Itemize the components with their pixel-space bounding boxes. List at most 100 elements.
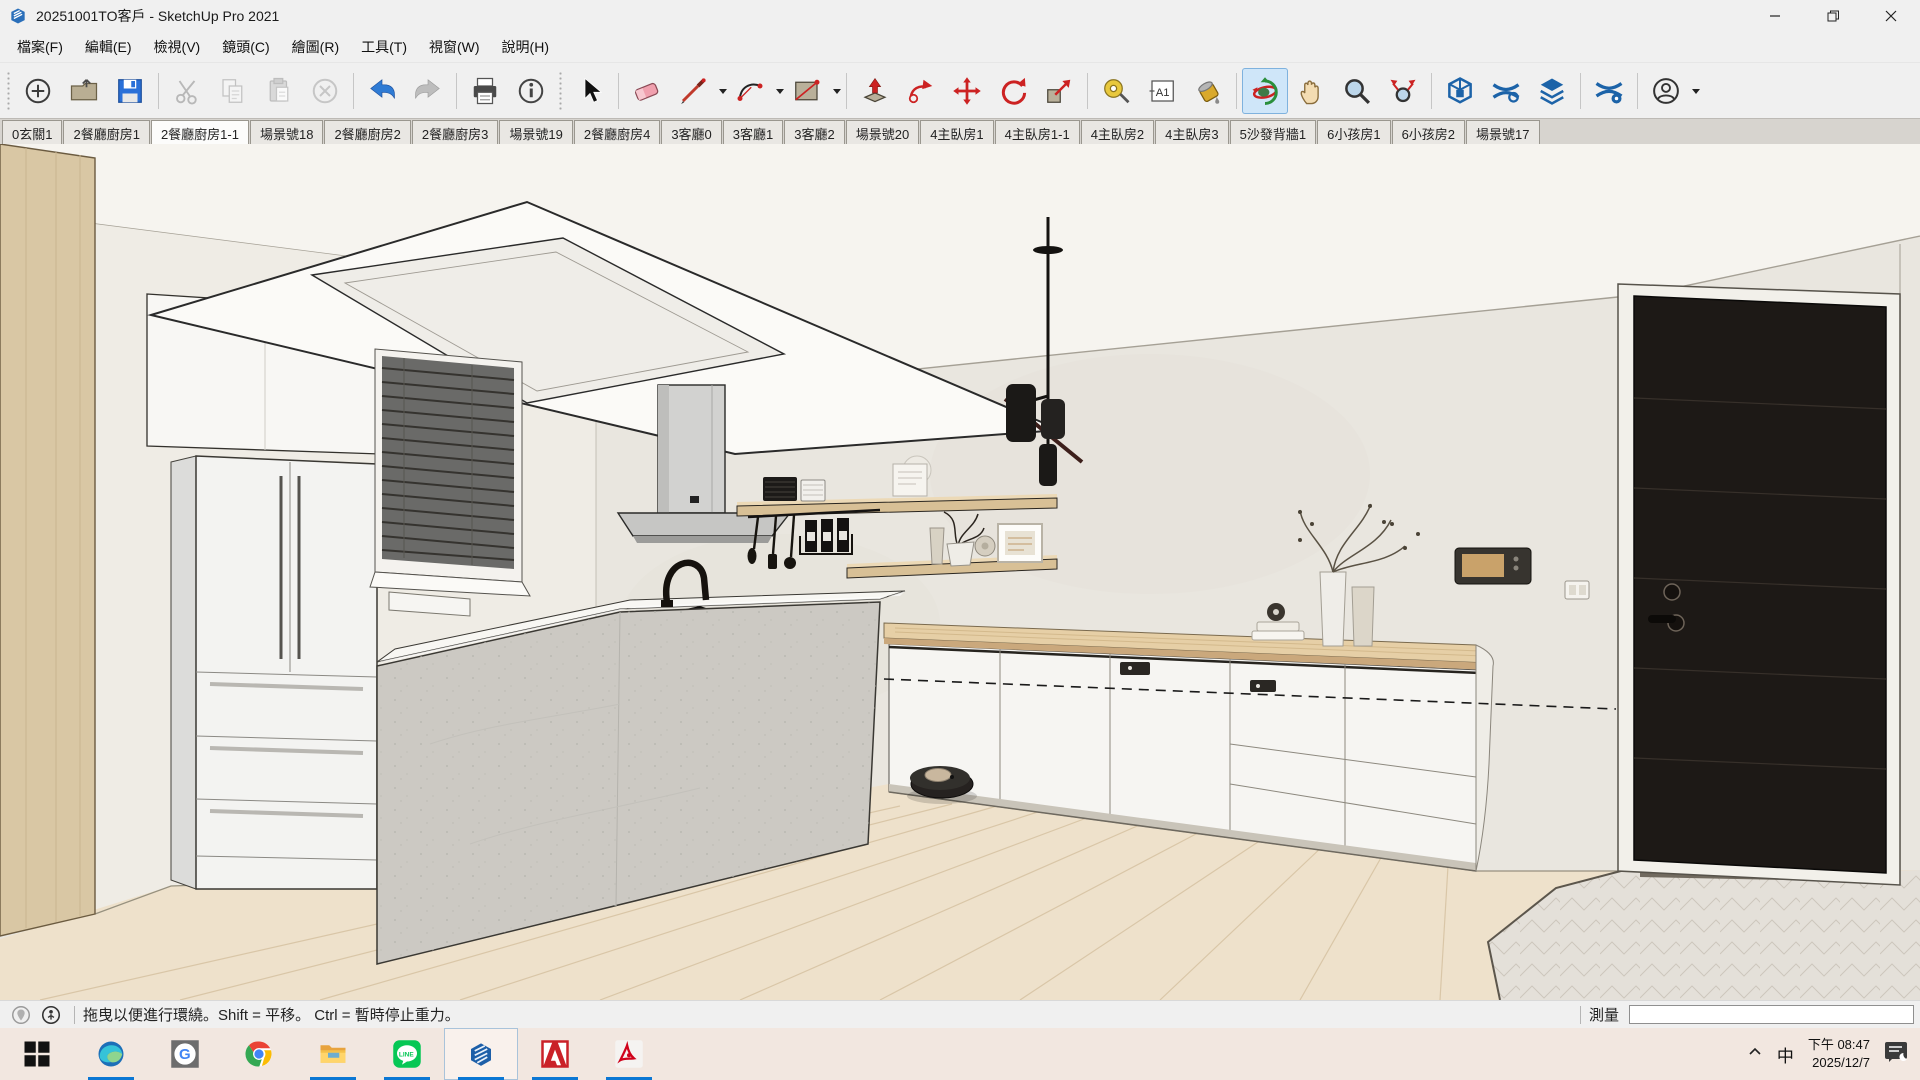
menu-view[interactable]: 檢視(V) bbox=[143, 33, 212, 61]
sketchup-app-icon[interactable] bbox=[8, 6, 28, 26]
arc-icon bbox=[735, 76, 765, 106]
select-tool[interactable] bbox=[567, 68, 613, 114]
open-button[interactable] bbox=[61, 68, 107, 114]
cut-button[interactable] bbox=[164, 68, 210, 114]
scene-tab[interactable]: 2餐廳廚房3 bbox=[412, 120, 498, 144]
taskbar-google[interactable]: G bbox=[148, 1028, 222, 1080]
close-button[interactable] bbox=[1862, 0, 1920, 32]
share-component-button[interactable] bbox=[1529, 68, 1575, 114]
scene-tab[interactable]: 6小孩房1 bbox=[1317, 120, 1390, 144]
taskbar-explorer[interactable] bbox=[296, 1028, 370, 1080]
erase-button[interactable] bbox=[302, 68, 348, 114]
text-icon: A1 bbox=[1147, 76, 1177, 106]
copy-button[interactable] bbox=[210, 68, 256, 114]
taskbar-adobe[interactable] bbox=[518, 1028, 592, 1080]
follow-me-tool[interactable] bbox=[898, 68, 944, 114]
toolbar-grip[interactable] bbox=[558, 71, 563, 111]
zoom-extents-tool[interactable] bbox=[1380, 68, 1426, 114]
notification-center-button[interactable] bbox=[1884, 1041, 1908, 1068]
taskbar-chrome[interactable] bbox=[222, 1028, 296, 1080]
line-tool[interactable] bbox=[670, 68, 716, 114]
ime-indicator[interactable]: 中 bbox=[1777, 1042, 1794, 1067]
tray-clock[interactable]: 下午 08:47 2025/12/7 bbox=[1808, 1036, 1870, 1071]
tape-measure-tool[interactable] bbox=[1093, 68, 1139, 114]
rectangle-tool-dropdown[interactable] bbox=[833, 89, 841, 98]
restore-button[interactable] bbox=[1804, 0, 1862, 32]
google-icon: G bbox=[170, 1039, 200, 1069]
viewport-3d-scene[interactable] bbox=[0, 144, 1920, 1000]
eraser-tool[interactable] bbox=[624, 68, 670, 114]
scene-tab-active[interactable]: 2餐廳廚房1-1 bbox=[151, 120, 249, 144]
menu-edit[interactable]: 編輯(E) bbox=[74, 33, 143, 61]
tray-time: 下午 08:47 bbox=[1808, 1036, 1870, 1054]
acrobat-pdf-icon bbox=[614, 1039, 644, 1069]
taskbar-acrobat[interactable] bbox=[592, 1028, 666, 1080]
save-button[interactable] bbox=[107, 68, 153, 114]
scene-tab[interactable]: 4主臥房3 bbox=[1155, 120, 1228, 144]
scene-tab[interactable]: 4主臥房1-1 bbox=[995, 120, 1080, 144]
scene-tab[interactable]: 4主臥房1 bbox=[920, 120, 993, 144]
model-info-button[interactable] bbox=[508, 68, 554, 114]
scene-tab[interactable]: 2餐廳廚房2 bbox=[324, 120, 410, 144]
taskbar-edge[interactable] bbox=[74, 1028, 148, 1080]
line-tool-dropdown[interactable] bbox=[719, 89, 727, 98]
arc-tool-dropdown[interactable] bbox=[776, 89, 784, 98]
undo-icon bbox=[367, 76, 397, 106]
scene-tab[interactable]: 2餐廳廚房1 bbox=[63, 120, 149, 144]
text-tool[interactable]: A1 bbox=[1139, 68, 1185, 114]
toolbar-separator bbox=[1637, 73, 1638, 109]
print-button[interactable] bbox=[462, 68, 508, 114]
scale-tool[interactable] bbox=[1036, 68, 1082, 114]
credits-icon[interactable] bbox=[40, 1004, 62, 1026]
menu-help[interactable]: 說明(H) bbox=[491, 33, 560, 61]
new-button[interactable] bbox=[15, 68, 61, 114]
scene-tab[interactable]: 3客廳1 bbox=[723, 120, 783, 144]
account-icon bbox=[1651, 76, 1681, 106]
undo-button[interactable] bbox=[359, 68, 405, 114]
menu-file[interactable]: 檔案(F) bbox=[6, 33, 74, 61]
scene-tab[interactable]: 6小孩房2 bbox=[1392, 120, 1465, 144]
scene-tab[interactable]: 場景號20 bbox=[846, 120, 919, 144]
push-pull-tool[interactable] bbox=[852, 68, 898, 114]
taskbar-sketchup[interactable] bbox=[444, 1028, 518, 1080]
menu-draw[interactable]: 繪圖(R) bbox=[281, 33, 350, 61]
menu-window[interactable]: 視窗(W) bbox=[418, 33, 491, 61]
scene-tab[interactable]: 3客廳2 bbox=[784, 120, 844, 144]
rectangle-tool[interactable] bbox=[784, 68, 830, 114]
share-model-button[interactable] bbox=[1483, 68, 1529, 114]
move-tool[interactable] bbox=[944, 68, 990, 114]
scene-tab[interactable]: 3客廳0 bbox=[661, 120, 721, 144]
account-dropdown[interactable] bbox=[1692, 89, 1700, 98]
pan-tool[interactable] bbox=[1288, 68, 1334, 114]
scene-tab[interactable]: 場景號17 bbox=[1466, 120, 1539, 144]
start-button[interactable] bbox=[0, 1028, 74, 1080]
close-icon bbox=[1885, 10, 1897, 22]
geolocation-icon[interactable] bbox=[10, 1004, 32, 1026]
menu-tools[interactable]: 工具(T) bbox=[350, 33, 418, 61]
pencil-icon bbox=[678, 76, 708, 106]
scene-tab[interactable]: 場景號18 bbox=[250, 120, 323, 144]
3d-warehouse-button[interactable] bbox=[1437, 68, 1483, 114]
rotate-tool[interactable] bbox=[990, 68, 1036, 114]
scene-tab[interactable]: 4主臥房2 bbox=[1081, 120, 1154, 144]
measurement-input[interactable] bbox=[1629, 1005, 1914, 1024]
scene-tab[interactable]: 5沙發背牆1 bbox=[1230, 120, 1316, 144]
extension-manager-button[interactable] bbox=[1586, 68, 1632, 114]
taskbar-line[interactable]: LINE bbox=[370, 1028, 444, 1080]
account-button[interactable] bbox=[1643, 68, 1689, 114]
follow-me-icon bbox=[906, 76, 936, 106]
status-bar: 拖曳以便進行環繞。Shift = 平移。 Ctrl = 暫時停止重力。 測量 bbox=[0, 1000, 1920, 1028]
paint-bucket-tool[interactable] bbox=[1185, 68, 1231, 114]
tray-hidden-icons-chevron[interactable] bbox=[1747, 1044, 1763, 1065]
toolbar-grip[interactable] bbox=[6, 71, 11, 111]
arc-tool[interactable] bbox=[727, 68, 773, 114]
scene-tab[interactable]: 0玄關1 bbox=[2, 120, 62, 144]
zoom-tool[interactable] bbox=[1334, 68, 1380, 114]
menu-camera[interactable]: 鏡頭(C) bbox=[211, 33, 280, 61]
redo-button[interactable] bbox=[405, 68, 451, 114]
orbit-tool[interactable] bbox=[1242, 68, 1288, 114]
minimize-button[interactable] bbox=[1746, 0, 1804, 32]
paste-button[interactable] bbox=[256, 68, 302, 114]
scene-tab[interactable]: 場景號19 bbox=[499, 120, 572, 144]
scene-tab[interactable]: 2餐廳廚房4 bbox=[574, 120, 660, 144]
